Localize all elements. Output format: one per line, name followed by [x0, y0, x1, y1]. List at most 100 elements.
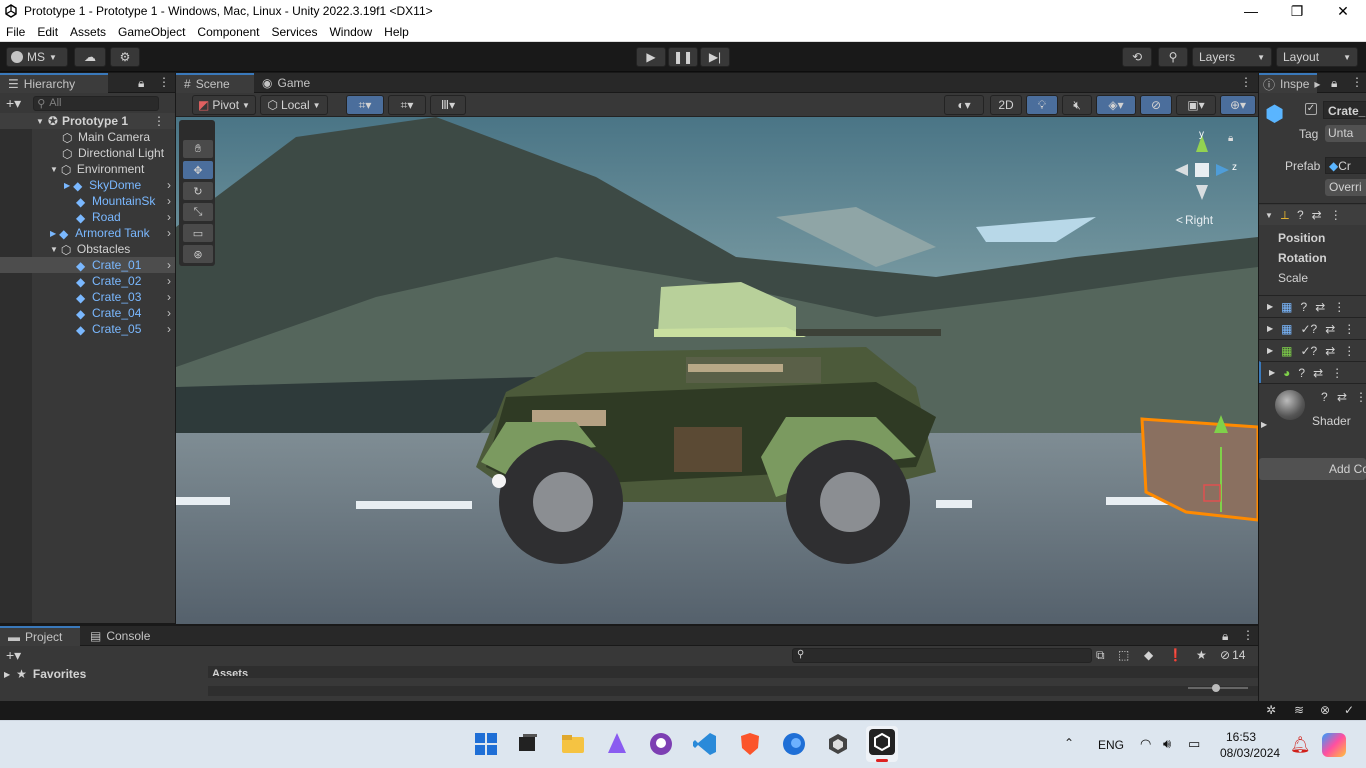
firefox-button[interactable]	[781, 731, 807, 757]
menu-window[interactable]: Window	[323, 25, 378, 39]
hierarchy-item-crate-05[interactable]: ◆ Crate_05 ›	[0, 321, 175, 337]
hierarchy-item-crate-01[interactable]: ◆ Crate_01 ›	[0, 257, 175, 273]
kebab-menu-icon[interactable]: ⋮	[1242, 628, 1254, 642]
chevron-right-icon[interactable]: ›	[167, 178, 171, 192]
menu-file[interactable]: File	[0, 25, 31, 39]
cloud-button[interactable]: ☁	[74, 47, 106, 67]
checkbox-icon[interactable]: ✓?	[1301, 322, 1318, 336]
lock-icon[interactable]: 🔒︎	[1228, 133, 1233, 144]
chevron-right-icon[interactable]: ›	[167, 306, 171, 320]
battery-icon[interactable]: ▭	[1188, 736, 1200, 752]
star-icon[interactable]: ★	[1196, 648, 1207, 662]
chevron-right-icon[interactable]: ›	[167, 194, 171, 208]
lock-icon[interactable]: 🔒︎	[1222, 629, 1228, 644]
assets-breadcrumb[interactable]: Assets	[212, 668, 248, 676]
object-name-field[interactable]: Crate_	[1323, 101, 1366, 119]
account-dropdown[interactable]: MS ▼	[6, 47, 68, 67]
preset-icon[interactable]: ⇄	[1337, 390, 1347, 404]
add-component-button[interactable]: Add Co	[1259, 458, 1366, 480]
menu-gameobject[interactable]: GameObject	[112, 25, 191, 39]
undo-history-button[interactable]: ⟲	[1122, 47, 1152, 67]
copilot-button[interactable]	[1322, 733, 1346, 757]
filter-icon[interactable]: ⬚	[1118, 648, 1129, 662]
hierarchy-search-input[interactable]: ⚲ All	[33, 95, 160, 111]
progress-check-icon[interactable]: ✓	[1344, 703, 1354, 717]
help-icon[interactable]: ?	[1301, 300, 1308, 314]
menu-help[interactable]: Help	[378, 25, 415, 39]
grid-snap-button[interactable]: ⌗▾	[346, 95, 384, 115]
preset-icon[interactable]: ⇄	[1312, 208, 1322, 222]
lock-icon[interactable]: 🔒︎	[138, 76, 144, 91]
preset-icon[interactable]: ⇄	[1315, 300, 1325, 314]
menu-edit[interactable]: Edit	[31, 25, 64, 39]
tab-game[interactable]: ◉ Game	[254, 73, 324, 93]
hierarchy-item-road[interactable]: ◆ Road ›	[0, 209, 175, 225]
hidden-objects-toggle[interactable]: ⊘	[1140, 95, 1172, 115]
unity-editor-button[interactable]	[866, 726, 898, 762]
restore-button[interactable]: ❐	[1274, 0, 1320, 22]
brave-browser-button[interactable]	[737, 731, 763, 757]
kebab-menu-icon[interactable]: ⋮	[1343, 344, 1355, 358]
prefab-asset-field[interactable]: ◆Cr	[1325, 157, 1366, 174]
overrides-dropdown[interactable]: Overri	[1325, 179, 1366, 196]
wifi-icon[interactable]: ◠	[1140, 736, 1151, 752]
help-icon[interactable]: ?	[1321, 390, 1328, 404]
label-icon[interactable]: ◆	[1144, 648, 1153, 662]
tab-hierarchy[interactable]: ☰ Hierarchy	[0, 73, 108, 93]
hierarchy-item-obstacles[interactable]: ▼ ⬡ Obstacles	[0, 241, 175, 257]
rotate-tool[interactable]: ↻	[183, 182, 213, 200]
lock-icon[interactable]: 🔒︎	[1331, 76, 1337, 91]
play-button[interactable]: ▶	[636, 47, 666, 67]
chevron-up-icon[interactable]: ⌃	[1064, 736, 1074, 750]
box-collider-component-header[interactable]: ▶ ▦ ✓? ⇄ ⋮	[1259, 339, 1366, 361]
menu-assets[interactable]: Assets	[64, 25, 112, 39]
kebab-menu-icon[interactable]: ⋮	[1240, 75, 1252, 89]
kebab-menu-icon[interactable]: ⋮	[1333, 300, 1345, 314]
close-button[interactable]: ✕	[1320, 0, 1366, 22]
ruler-button[interactable]: Ⅲ▾	[430, 95, 466, 115]
hand-tool[interactable]: ✋︎	[183, 140, 213, 158]
clock-date[interactable]: 08/03/2024	[1220, 746, 1280, 760]
preset-icon[interactable]: ⇄	[1325, 344, 1335, 358]
search-button[interactable]: ⚲	[1158, 47, 1188, 67]
menu-component[interactable]: Component	[191, 25, 265, 39]
pivot-dropdown[interactable]: ◩ Pivot ▼	[192, 95, 256, 115]
slider-handle[interactable]	[1212, 684, 1220, 692]
checkbox-icon[interactable]: ✓?	[1301, 344, 1318, 358]
kebab-menu-icon[interactable]: ⋮	[1351, 75, 1363, 89]
local-dropdown[interactable]: ⬡ Local ▼	[260, 95, 328, 115]
view-orientation-label[interactable]: < Right	[1176, 213, 1213, 227]
hierarchy-item-crate-03[interactable]: ◆ Crate_03 ›	[0, 289, 175, 305]
scale-tool[interactable]: ⤡	[183, 203, 213, 221]
step-button[interactable]: ▶|	[700, 47, 730, 67]
scene-row[interactable]: ▼ ✪ Prototype 1 ⋮	[0, 113, 175, 129]
preset-icon[interactable]: ⇄	[1313, 366, 1323, 380]
chevron-right-icon[interactable]: ›	[167, 274, 171, 288]
chevron-right-icon[interactable]: ›	[167, 226, 171, 240]
minimize-button[interactable]: —	[1228, 0, 1274, 22]
hierarchy-item-crate-02[interactable]: ◆ Crate_02 ›	[0, 273, 175, 289]
move-tool[interactable]: ✥	[183, 161, 213, 179]
tab-project[interactable]: ▬ Project	[0, 626, 80, 646]
mesh-renderer-component-header[interactable]: ▶ ▦ ✓? ⇄ ⋮	[1259, 317, 1366, 339]
tag-dropdown[interactable]: Unta	[1325, 125, 1366, 142]
help-icon[interactable]: ?	[1297, 208, 1304, 222]
app-button-purple[interactable]	[604, 731, 630, 757]
kebab-menu-icon[interactable]: ⋮	[1330, 208, 1342, 222]
transform-tool[interactable]: ⊛	[183, 245, 213, 263]
shading-mode-dropdown[interactable]: ◐▾	[944, 95, 984, 115]
gizmos-dropdown[interactable]: ⊕▾	[1220, 95, 1256, 115]
add-object-button[interactable]: +▾	[6, 95, 21, 112]
camera-dropdown[interactable]: ▣▾	[1176, 95, 1216, 115]
menu-services[interactable]: Services	[265, 25, 323, 39]
speaker-icon[interactable]: 🔊︎	[1163, 736, 1171, 752]
language-indicator[interactable]: ENG	[1098, 738, 1124, 752]
lighting-toggle[interactable]: 💡︎	[1026, 95, 1058, 115]
clock-time[interactable]: 16:53	[1226, 730, 1256, 744]
chevron-right-icon[interactable]: ›	[167, 210, 171, 224]
start-button[interactable]	[473, 731, 499, 757]
tab-inspector[interactable]: ⓘ Inspe ▸	[1259, 73, 1320, 93]
audio-toggle[interactable]: 🔇︎	[1062, 95, 1092, 115]
toggle-2d-button[interactable]: 2D	[990, 95, 1022, 115]
chevron-right-icon[interactable]: ›	[167, 322, 171, 336]
